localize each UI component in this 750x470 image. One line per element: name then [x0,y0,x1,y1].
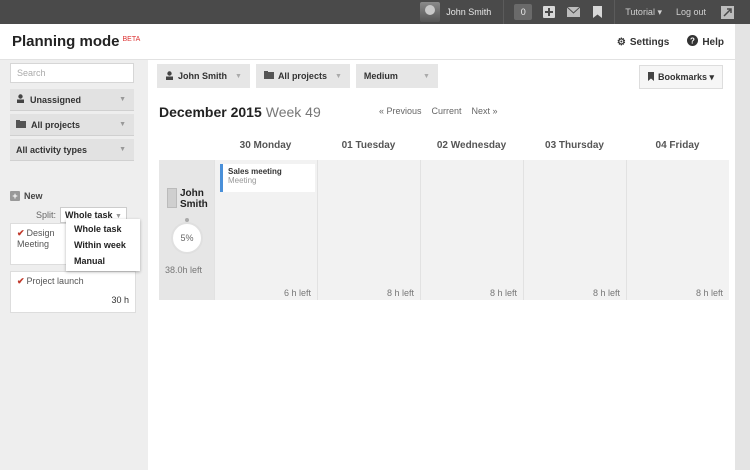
help-label: Help [702,36,724,48]
current-week-link[interactable]: Current [432,106,462,116]
beta-badge: BETA [122,36,141,43]
assignee-filter[interactable]: Unassigned ▼ [10,89,134,111]
planner-toolbar: John Smith ▼ All projects ▼ Medium ▼ Boo… [148,62,735,90]
event-title: Sales meeting [228,167,282,176]
notification-count-badge[interactable]: 0 [514,4,533,20]
expand-icon[interactable] [720,5,734,19]
filter-label: Unassigned [30,94,82,105]
split-label: Split: [36,210,57,220]
person-icon [165,70,174,82]
hours-left: 38.0h left [165,265,203,275]
mail-icon[interactable] [566,5,580,19]
sidebar: Search Unassigned ▼ All projects ▼ All a… [0,60,148,470]
utilization-gauge: 5% [171,222,203,254]
planning-grid: John Smith 5% 38.0h left Sales meeting Me… [159,160,729,300]
divider [614,0,616,24]
hours-left: 8 h left [592,288,620,298]
person-label: John Smith [178,71,227,81]
new-task-button[interactable]: + New [10,191,138,201]
user-avatar[interactable] [420,2,441,22]
level-label: Medium [363,71,398,81]
user-name[interactable]: John Smith [446,7,491,17]
day-header: 04 Friday [655,140,700,151]
filter-label: All projects [31,119,81,130]
help-button[interactable]: ? Help [687,35,724,49]
bookmarks-label: Bookmarks ▾ [657,71,714,82]
day-cell-wednesday[interactable]: 8 h left [420,160,523,300]
divider [503,0,505,24]
day-cell-tuesday[interactable]: 8 h left [317,160,420,300]
level-select[interactable]: Medium ▼ [355,64,438,88]
page-header: Planning mode BETA ⚙ Settings ? Help [0,24,750,60]
gear-icon: ⚙ [616,36,626,48]
projects-label: All projects [277,71,327,81]
day-header: 02 Wednesday [436,140,507,151]
chevron-down-icon: ▼ [119,96,126,103]
folder-icon [16,119,26,130]
bookmarks-button[interactable]: Bookmarks ▾ [638,65,723,89]
settings-label: Settings [629,36,670,48]
projects-filter[interactable]: All projects ▼ [10,114,134,136]
day-cell-thursday[interactable]: 8 h left [523,160,626,300]
logout-link[interactable]: Log out [676,7,706,17]
day-headers: 30 Monday 01 Tuesday 02 Wednesday 03 Thu… [214,140,729,158]
bookmark-icon[interactable] [590,5,604,19]
new-label: New [24,191,43,201]
person-row-header[interactable]: John Smith 5% 38.0h left [159,160,214,300]
help-icon: ? [687,35,699,49]
hours-left: 8 h left [386,288,414,298]
check-icon: ✔ [17,228,25,238]
bookmark-icon [647,71,654,83]
hours-left: 8 h left [489,288,517,298]
month-title: December 2015 [159,104,262,120]
day-cell-monday[interactable]: Sales meeting Meeting 6 h left [214,160,317,300]
person-select[interactable]: John Smith ▼ [157,64,250,88]
split-dropdown: Whole task Within week Manual [66,219,140,271]
person-icon [16,94,25,105]
previous-week-link[interactable]: « Previous [379,106,422,116]
chevron-down-icon: ▼ [235,72,242,80]
chevron-down-icon: ▼ [119,121,126,128]
tutorial-menu[interactable]: Tutorial ▾ [625,7,662,18]
page-title: Planning mode [12,33,120,50]
check-icon: ✔ [17,276,25,286]
plus-icon: + [10,191,20,201]
day-header: 01 Tuesday [341,140,396,151]
hours-left: 6 h left [283,288,311,298]
day-cell-friday[interactable]: 8 h left [626,160,729,300]
week-header: December 2015 Week 49 « Previous Current… [159,104,729,124]
search-input[interactable]: Search [10,63,134,83]
task-label: Design [26,228,55,238]
svg-text:?: ? [690,37,695,46]
event-type: Meeting [228,176,257,185]
next-week-link[interactable]: Next » [472,106,498,116]
projects-select[interactable]: All projects ▼ [255,64,350,88]
person-avatar [167,188,177,208]
unassigned-tasks-panel: + New Split: Whole task ▼ Whole task Wit… [10,185,140,313]
split-option-within-week[interactable]: Within week [66,237,140,253]
hours-left: 8 h left [695,288,723,298]
filter-label: All activity types [16,144,88,155]
add-icon[interactable] [542,5,556,19]
chevron-down-icon: ▼ [334,72,342,80]
chevron-down-icon: ▼ [119,146,126,153]
task-card-design-meeting[interactable]: ✔ Design Meeting [10,223,70,265]
activity-type-filter[interactable]: All activity types ▼ [10,139,134,161]
day-header: 30 Monday [239,140,292,151]
split-option-manual[interactable]: Manual [66,253,140,269]
week-number: Week 49 [265,104,321,120]
task-card-project-launch[interactable]: ✔ Project launch 30 h [10,271,136,313]
split-option-whole-task[interactable]: Whole task [66,221,140,237]
task-hours: 30 h [111,295,129,305]
task-label: Project launch [26,276,84,286]
person-name: John Smith [180,188,208,210]
day-header: 03 Thursday [545,140,604,151]
event-sales-meeting[interactable]: Sales meeting Meeting [220,164,315,192]
chevron-down-icon: ▼ [422,72,430,80]
scrollbar[interactable] [735,24,750,470]
top-navigation-bar: John Smith 0 Tutorial ▾ Log out [0,0,750,24]
task-label: Meeting [17,239,50,249]
settings-button[interactable]: ⚙ Settings [617,37,669,48]
folder-icon [263,71,274,81]
